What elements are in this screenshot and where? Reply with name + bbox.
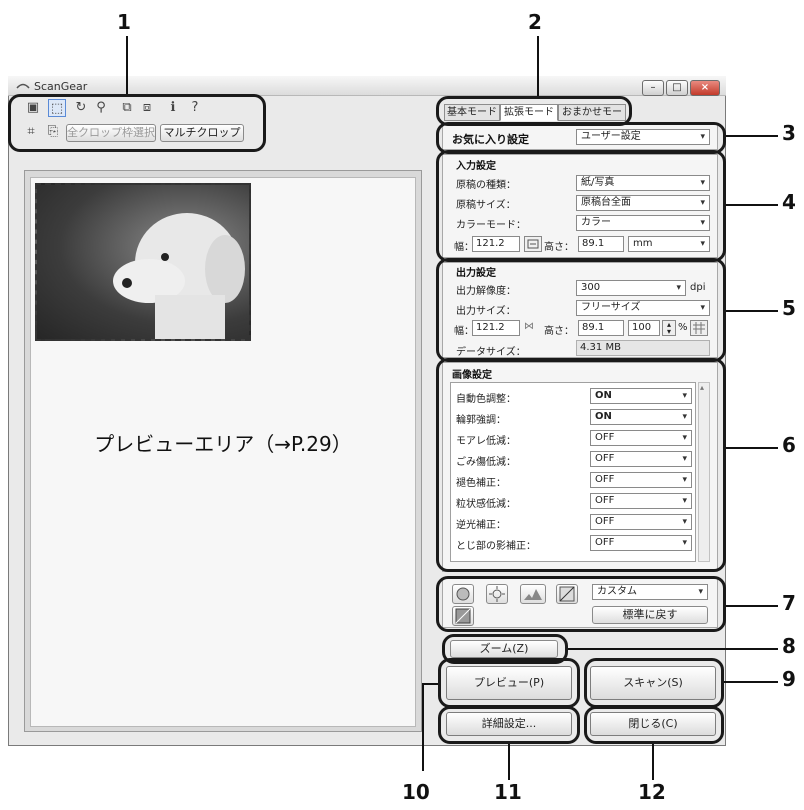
callout-box-7 <box>436 576 726 632</box>
callout-number-1: 1 <box>117 10 131 34</box>
leader-line-9 <box>724 681 778 683</box>
leader-line-5 <box>726 310 778 312</box>
window-title: ScanGear <box>34 80 88 93</box>
dog-image <box>113 213 245 339</box>
callout-number-2: 2 <box>528 10 542 34</box>
leader-line-10b <box>422 683 438 685</box>
callout-box-9 <box>584 658 724 708</box>
callout-box-10 <box>438 658 580 708</box>
scanned-photo[interactable] <box>35 183 251 341</box>
callout-number-5: 5 <box>782 296 796 320</box>
callout-number-7: 7 <box>782 591 796 615</box>
callout-box-5 <box>436 258 726 362</box>
leader-line-4 <box>726 204 778 206</box>
callout-box-4 <box>436 150 726 262</box>
minimize-button[interactable]: – <box>642 80 664 96</box>
app-icon <box>16 80 30 92</box>
leader-line-8 <box>568 648 778 650</box>
callout-number-11: 11 <box>494 780 522 804</box>
leader-line-11 <box>508 744 510 780</box>
callout-box-12 <box>584 706 724 744</box>
title-bar[interactable] <box>8 76 726 96</box>
callout-number-6: 6 <box>782 433 796 457</box>
callout-number-12: 12 <box>638 780 666 804</box>
leader-line-3 <box>726 135 778 137</box>
callout-box-1 <box>8 94 266 152</box>
leader-line-6 <box>726 447 778 449</box>
leader-line-1 <box>126 36 128 94</box>
leader-line-7 <box>726 605 778 607</box>
leader-line-10 <box>422 683 424 771</box>
leader-line-2 <box>537 36 539 96</box>
callout-number-4: 4 <box>782 190 796 214</box>
callout-box-11 <box>438 706 580 744</box>
callout-number-10: 10 <box>402 780 430 804</box>
maximize-button[interactable]: □ <box>666 80 688 96</box>
callout-number-3: 3 <box>782 121 796 145</box>
callout-box-6 <box>436 358 726 572</box>
leader-line-12 <box>652 744 654 780</box>
preview-area-label: プレビューエリア（→P.29） <box>94 432 352 456</box>
close-window-button[interactable]: × <box>690 80 720 96</box>
callout-number-8: 8 <box>782 634 796 658</box>
callout-number-9: 9 <box>782 667 796 691</box>
